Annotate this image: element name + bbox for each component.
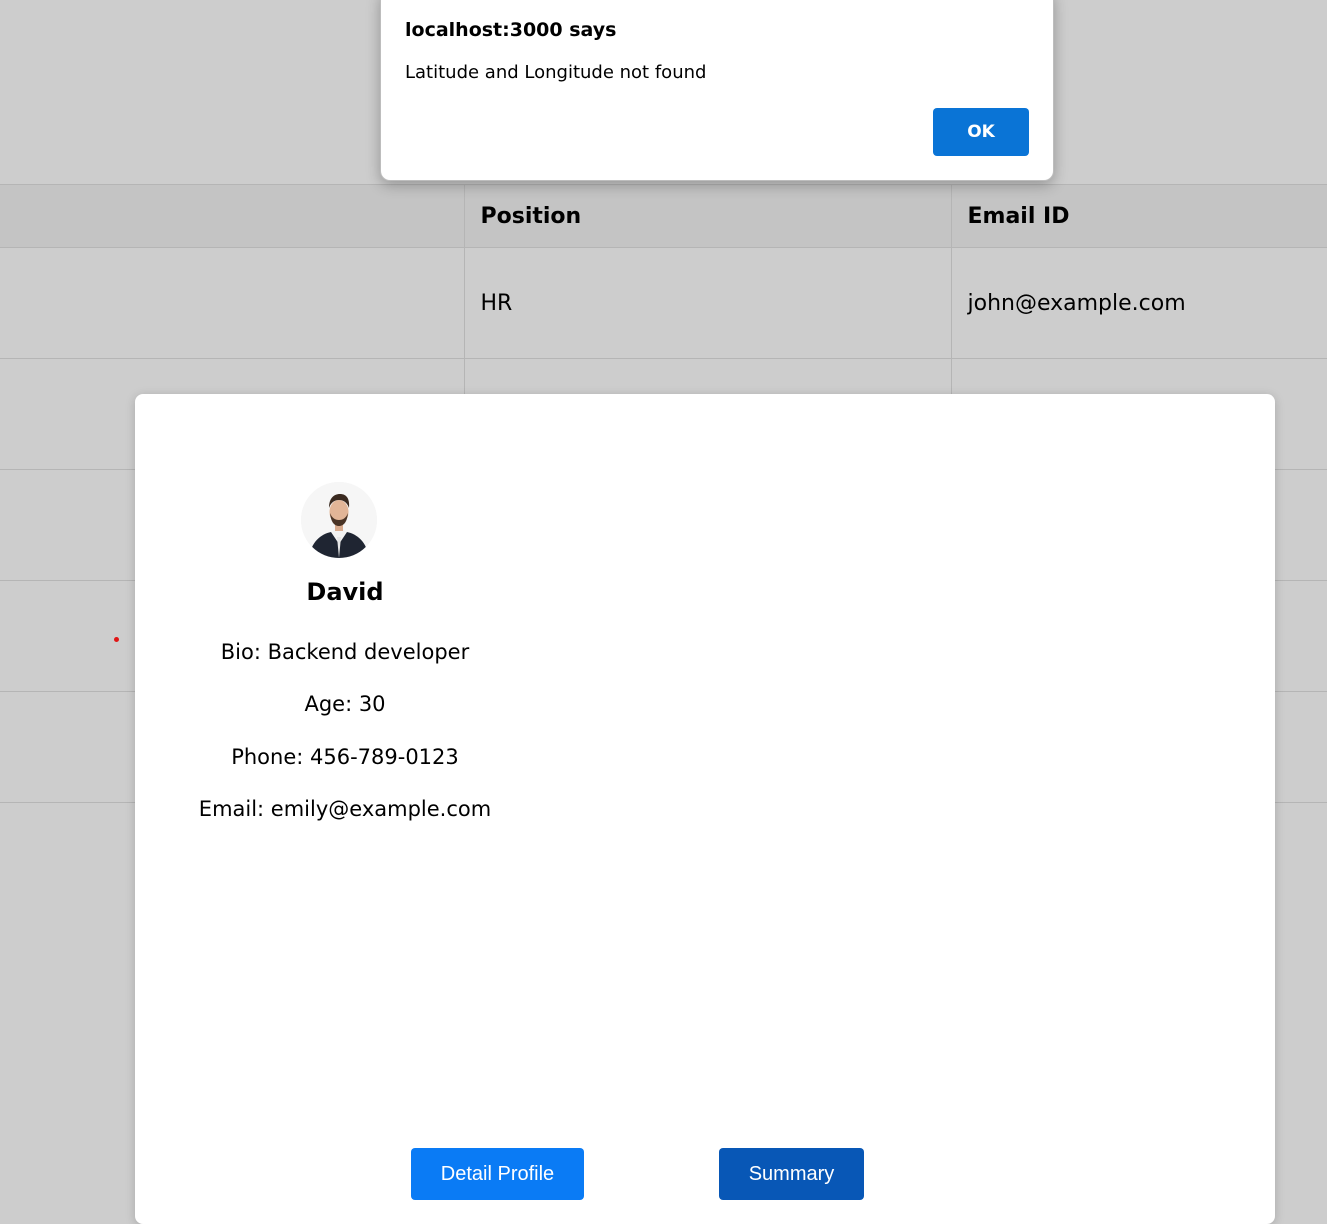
summary-button[interactable]: Summary xyxy=(719,1148,864,1200)
column-header-email: Email ID xyxy=(950,184,1327,248)
column-header-position: Position xyxy=(463,184,951,248)
alert-message: Latitude and Longitude not found xyxy=(405,62,707,83)
profile-modal: David Bio: Backend developer Age: 30 Pho… xyxy=(135,394,1275,1224)
table-header-row: Position Email ID xyxy=(0,184,1327,248)
ok-button[interactable]: OK xyxy=(933,108,1029,156)
profile-email: Email: emily@example.com xyxy=(198,797,492,821)
profile-phone: Phone: 456-789-0123 xyxy=(231,745,459,769)
detail-profile-button[interactable]: Detail Profile xyxy=(411,1148,584,1200)
profile-bio: Bio: Backend developer xyxy=(220,640,470,664)
table-row: HR john@example.com xyxy=(0,247,1327,359)
table-cell xyxy=(0,247,464,359)
avatar-portrait-icon xyxy=(301,482,377,558)
profile-name: David xyxy=(306,578,384,606)
avatar xyxy=(301,482,377,558)
column-header xyxy=(0,184,464,248)
alert-title: localhost:3000 says xyxy=(405,19,617,41)
status-dot xyxy=(114,637,119,642)
table-cell-position: HR xyxy=(463,247,951,359)
table-cell-email: john@example.com xyxy=(950,247,1327,359)
profile-age: Age: 30 xyxy=(304,692,386,716)
alert-dialog: localhost:3000 says Latitude and Longitu… xyxy=(380,0,1054,181)
